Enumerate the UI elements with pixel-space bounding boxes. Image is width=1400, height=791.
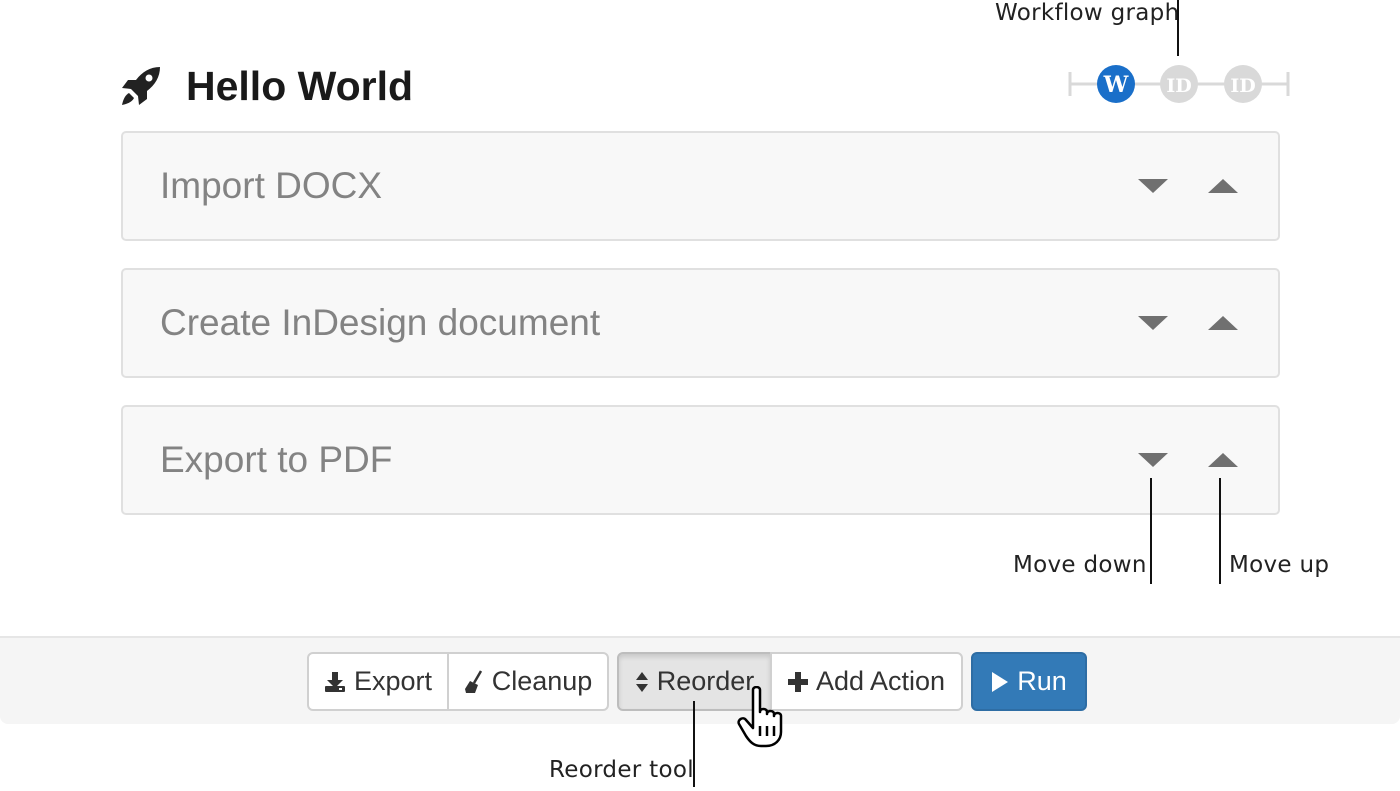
annotation-line-move-up [1219,478,1221,584]
caret-up-icon [1208,179,1238,193]
caret-down-icon [1138,316,1168,330]
graph-node-word[interactable]: W [1097,65,1135,103]
caret-up-icon [1208,453,1238,467]
rocket-icon [120,64,164,108]
export-button[interactable]: Export [307,652,449,711]
download-icon [324,671,346,693]
annotation-line-move-down [1150,478,1152,584]
page-header: Hello World [120,58,413,114]
action-card[interactable]: Export to PDF [121,405,1280,515]
action-label: Create InDesign document [160,302,601,343]
cleanup-label: Cleanup [491,666,593,696]
move-down-button[interactable] [1133,303,1173,343]
add-action-button[interactable]: Add Action [770,652,963,711]
export-label: Export [353,666,433,696]
graph-node-indesign[interactable]: ID [1224,65,1262,103]
add-action-label: Add Action [815,666,946,696]
run-button[interactable]: Run [971,652,1087,711]
move-up-button[interactable] [1203,166,1243,206]
annotation-line-workflow-graph [1177,0,1179,56]
annotation-move-up: Move up [1229,552,1330,578]
graph-node-label: ID [1230,75,1255,97]
graph-node-label: W [1103,72,1129,98]
caret-down-icon [1138,179,1168,193]
move-up-button[interactable] [1203,440,1243,480]
annotation-reorder-tool: Reorder tool [549,757,694,783]
cleanup-button[interactable]: Cleanup [447,652,609,711]
page-title: Hello World [186,62,414,109]
hand-cursor-icon [735,685,795,748]
run-label: Run [1017,666,1067,696]
action-label: Export to PDF [160,439,393,480]
broom-icon [464,669,484,694]
annotation-workflow-graph: Workflow graph [995,0,1180,26]
workflow-graph[interactable]: W ID ID [1068,64,1290,104]
action-card[interactable]: Create InDesign document [121,268,1280,378]
sort-icon [635,670,649,694]
move-down-button[interactable] [1133,440,1173,480]
move-down-button[interactable] [1133,166,1173,206]
caret-down-icon [1138,453,1168,467]
action-card[interactable]: Import DOCX [121,131,1280,241]
move-up-button[interactable] [1203,303,1243,343]
caret-up-icon [1208,316,1238,330]
play-icon [991,671,1009,693]
graph-node-indesign[interactable]: ID [1160,65,1198,103]
annotation-move-down: Move down [1013,552,1147,578]
action-label: Import DOCX [160,165,383,206]
graph-node-label: ID [1166,75,1191,97]
